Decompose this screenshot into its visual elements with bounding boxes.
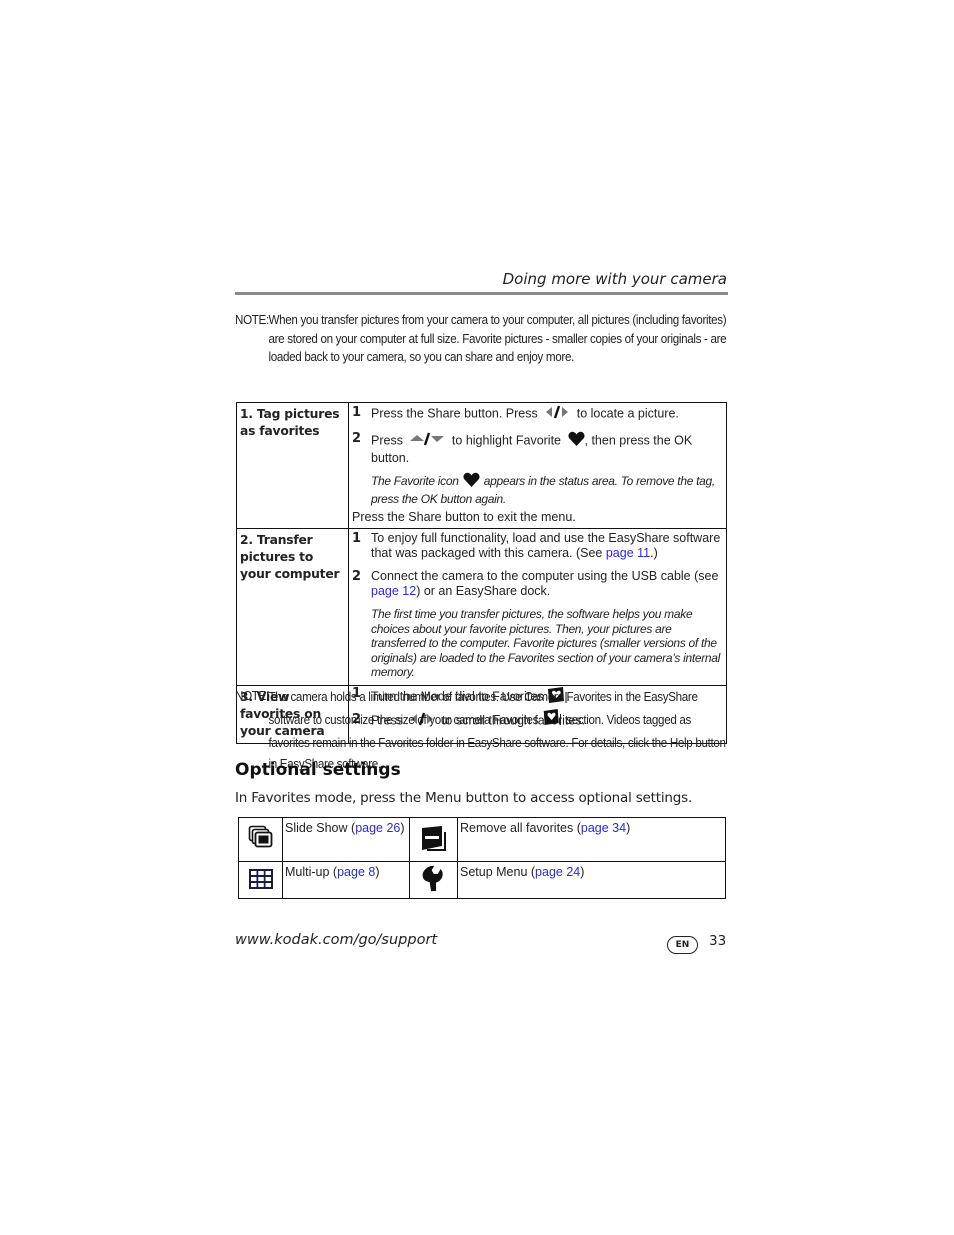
page-link[interactable]: page 8 [337,865,375,879]
step-text: Connect the camera to the computer using… [371,569,719,583]
optional-settings-table: Slide Show (page 26) Remove all favorite… [238,817,726,899]
setting-setup-menu: Setup Menu (page 24) [457,861,726,899]
page-link[interactable]: page 26 [355,821,400,835]
note-transfer: NOTE: When you transfer pictures from yo… [235,311,727,367]
step: 1 Press the Share button. Press to locat… [352,405,722,423]
task-row: 2. Transfer pictures to your computer 1 … [236,528,727,686]
footer-support-url[interactable]: www.kodak.com/go/support [235,932,437,948]
language-badge: EN [667,936,698,954]
heart-icon [463,472,480,492]
left-right-arrows-icon [544,405,570,423]
step: 2 Connect the camera to the computer usi… [352,569,719,598]
step-number: 2 [352,569,362,584]
remove-favorites-icon [421,826,447,854]
heart-icon [567,431,585,451]
settings-row: Multi-up (page 8) Setup Menu (page 24) [238,861,726,899]
page-link[interactable]: page 24 [535,865,580,879]
step-text: To enjoy full functionality, load and us… [371,531,721,560]
step: 2 Press to highlight Favorite , then pre… [352,431,722,466]
page-link[interactable]: page 11 [606,546,650,560]
page-link[interactable]: page 12 [371,584,416,598]
note-label: NOTE: [235,689,269,703]
italic-note: The Favorite icon appears in the status … [371,472,715,506]
italic-note: The first time you transfer pictures, th… [371,607,721,679]
step: 1 To enjoy full functionality, load and … [352,531,721,560]
page-link[interactable]: page 34 [581,821,626,835]
step-text: Press [371,433,403,448]
section-heading: Optional settings [235,760,401,780]
setting-multi-up: Multi-up (page 8) [282,861,410,899]
step-text: Press the Share button. Press [371,406,538,421]
task-row: 1. Tag pictures as favorites 1 Press the… [236,402,727,529]
setting-remove-all-favorites: Remove all favorites (page 34) [457,817,726,862]
setting-slide-show: Slide Show (page 26) [282,817,410,862]
step-number: 1 [352,405,362,420]
setup-wrench-icon [422,864,446,895]
step-number: 1 [352,531,362,546]
slide-show-icon [248,825,274,854]
task-title: 1. Tag pictures as favorites [236,402,349,529]
section-intro: In Favorites mode, press the Menu button… [235,790,693,806]
step-text: to locate a picture. [576,406,679,421]
favorites-mode-icon [543,708,562,733]
exit-instruction: Press the Share button to exit the menu. [352,510,576,524]
multi-up-icon [248,868,274,893]
settings-row: Slide Show (page 26) Remove all favorite… [238,817,726,862]
header-rule [235,292,728,295]
running-header: Doing more with your camera [502,270,727,288]
task-title: 2. Transfer pictures to your computer [236,528,349,686]
page-number: 33 [709,933,727,949]
up-down-arrows-icon [409,432,445,450]
note-text: When you transfer pictures from your cam… [268,313,727,364]
step-number: 2 [352,431,362,446]
step-text: to highlight Favorite [451,433,562,448]
note-label: NOTE: [235,313,269,327]
